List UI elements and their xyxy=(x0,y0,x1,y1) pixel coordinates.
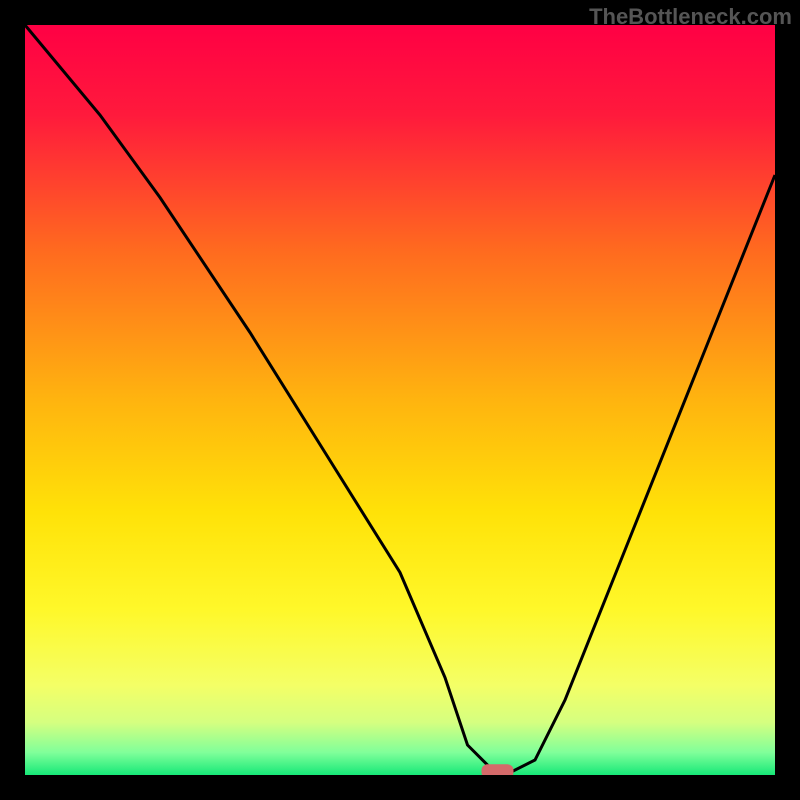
watermark-text: TheBottleneck.com xyxy=(589,4,792,30)
optimal-marker xyxy=(482,764,514,775)
gradient-background xyxy=(25,25,775,775)
plot-area xyxy=(25,25,775,775)
chart-container: TheBottleneck.com xyxy=(0,0,800,800)
chart-svg xyxy=(25,25,775,775)
